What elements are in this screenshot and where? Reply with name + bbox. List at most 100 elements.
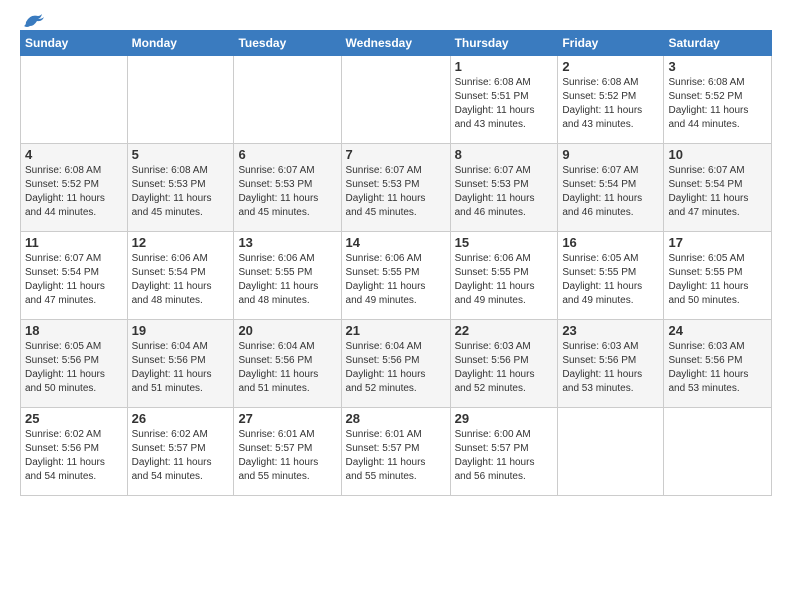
day-info: Sunrise: 6:04 AM Sunset: 5:56 PM Dayligh… xyxy=(238,340,336,396)
day-number: 16 xyxy=(562,235,659,250)
day-info: Sunrise: 6:07 AM Sunset: 5:53 PM Dayligh… xyxy=(346,164,446,220)
calendar-cell: 13 Sunrise: 6:06 AM Sunset: 5:55 PM Dayli… xyxy=(234,232,341,320)
day-info: Sunrise: 6:07 AM Sunset: 5:53 PM Dayligh… xyxy=(238,164,336,220)
calendar-cell: 18 Sunrise: 6:05 AM Sunset: 5:56 PM Dayli… xyxy=(21,320,128,408)
day-info: Sunrise: 6:06 AM Sunset: 5:55 PM Dayligh… xyxy=(238,252,336,308)
day-info: Sunrise: 6:07 AM Sunset: 5:54 PM Dayligh… xyxy=(668,164,767,220)
day-info: Sunrise: 6:06 AM Sunset: 5:55 PM Dayligh… xyxy=(346,252,446,308)
day-info: Sunrise: 6:00 AM Sunset: 5:57 PM Dayligh… xyxy=(455,428,554,484)
day-info: Sunrise: 6:06 AM Sunset: 5:54 PM Dayligh… xyxy=(132,252,230,308)
day-number: 10 xyxy=(668,147,767,162)
logo xyxy=(20,16,44,26)
calendar-cell: 19 Sunrise: 6:04 AM Sunset: 5:56 PM Dayli… xyxy=(127,320,234,408)
day-info: Sunrise: 6:04 AM Sunset: 5:56 PM Dayligh… xyxy=(346,340,446,396)
day-number: 18 xyxy=(25,323,123,338)
calendar-cell: 2Sunrise: 6:08 AM Sunset: 5:52 PM Daylig… xyxy=(558,56,664,144)
calendar-cell: 14 Sunrise: 6:06 AM Sunset: 5:55 PM Dayli… xyxy=(341,232,450,320)
calendar-cell: 7 Sunrise: 6:07 AM Sunset: 5:53 PM Daylig… xyxy=(341,144,450,232)
day-info: Sunrise: 6:07 AM Sunset: 5:54 PM Dayligh… xyxy=(25,252,123,308)
day-header-friday: Friday xyxy=(558,31,664,56)
day-number: 3 xyxy=(668,59,767,74)
calendar-cell xyxy=(341,56,450,144)
calendar-cell: 21 Sunrise: 6:04 AM Sunset: 5:56 PM Dayli… xyxy=(341,320,450,408)
day-info: Sunrise: 6:05 AM Sunset: 5:56 PM Dayligh… xyxy=(25,340,123,396)
day-info: Sunrise: 6:05 AM Sunset: 5:55 PM Dayligh… xyxy=(562,252,659,308)
day-number: 12 xyxy=(132,235,230,250)
calendar-cell: 3 Sunrise: 6:08 AM Sunset: 5:52 PM Daylig… xyxy=(664,56,772,144)
day-info: Sunrise: 6:01 AM Sunset: 5:57 PM Dayligh… xyxy=(238,428,336,484)
day-info: Sunrise: 6:08 AM Sunset: 5:52 PM Dayligh… xyxy=(562,76,659,132)
week-row-5: 25 Sunrise: 6:02 AM Sunset: 5:56 PM Dayli… xyxy=(21,408,772,496)
day-header-tuesday: Tuesday xyxy=(234,31,341,56)
day-header-sunday: Sunday xyxy=(21,31,128,56)
calendar-cell xyxy=(234,56,341,144)
day-number: 20 xyxy=(238,323,336,338)
day-number: 19 xyxy=(132,323,230,338)
logo-bird-icon xyxy=(22,12,44,30)
day-header-monday: Monday xyxy=(127,31,234,56)
day-header-saturday: Saturday xyxy=(664,31,772,56)
calendar-cell: 15 Sunrise: 6:06 AM Sunset: 5:55 PM Dayli… xyxy=(450,232,558,320)
day-number: 6 xyxy=(238,147,336,162)
day-info: Sunrise: 6:07 AM Sunset: 5:53 PM Dayligh… xyxy=(455,164,554,220)
day-number: 26 xyxy=(132,411,230,426)
day-number: 5 xyxy=(132,147,230,162)
day-number: 25 xyxy=(25,411,123,426)
calendar-cell: 11 Sunrise: 6:07 AM Sunset: 5:54 PM Dayli… xyxy=(21,232,128,320)
day-number: 14 xyxy=(346,235,446,250)
day-number: 27 xyxy=(238,411,336,426)
day-info: Sunrise: 6:03 AM Sunset: 5:56 PM Dayligh… xyxy=(455,340,554,396)
day-number: 23 xyxy=(562,323,659,338)
calendar-cell: 8Sunrise: 6:07 AM Sunset: 5:53 PM Daylig… xyxy=(450,144,558,232)
calendar-cell: 22 Sunrise: 6:03 AM Sunset: 5:56 PM Dayli… xyxy=(450,320,558,408)
calendar-cell xyxy=(127,56,234,144)
day-number: 15 xyxy=(455,235,554,250)
calendar-cell: 28 Sunrise: 6:01 AM Sunset: 5:57 PM Dayli… xyxy=(341,408,450,496)
day-number: 13 xyxy=(238,235,336,250)
calendar-cell xyxy=(21,56,128,144)
day-number: 11 xyxy=(25,235,123,250)
day-info: Sunrise: 6:06 AM Sunset: 5:55 PM Dayligh… xyxy=(455,252,554,308)
calendar-table: SundayMondayTuesdayWednesdayThursdayFrid… xyxy=(20,30,772,496)
week-row-1: 1 Sunrise: 6:08 AM Sunset: 5:51 PM Daylig… xyxy=(21,56,772,144)
calendar-cell: 27 Sunrise: 6:01 AM Sunset: 5:57 PM Dayli… xyxy=(234,408,341,496)
day-info: Sunrise: 6:08 AM Sunset: 5:52 PM Dayligh… xyxy=(668,76,767,132)
day-info: Sunrise: 6:08 AM Sunset: 5:51 PM Dayligh… xyxy=(455,76,554,132)
calendar-cell: 20 Sunrise: 6:04 AM Sunset: 5:56 PM Dayli… xyxy=(234,320,341,408)
day-number: 22 xyxy=(455,323,554,338)
day-info: Sunrise: 6:07 AM Sunset: 5:54 PM Dayligh… xyxy=(562,164,659,220)
day-number: 9 xyxy=(562,147,659,162)
calendar-cell: 29 Sunrise: 6:00 AM Sunset: 5:57 PM Dayli… xyxy=(450,408,558,496)
day-number: 17 xyxy=(668,235,767,250)
day-header-thursday: Thursday xyxy=(450,31,558,56)
day-info: Sunrise: 6:05 AM Sunset: 5:55 PM Dayligh… xyxy=(668,252,767,308)
calendar-cell: 12 Sunrise: 6:06 AM Sunset: 5:54 PM Dayli… xyxy=(127,232,234,320)
week-row-4: 18 Sunrise: 6:05 AM Sunset: 5:56 PM Dayli… xyxy=(21,320,772,408)
calendar-cell: 10 Sunrise: 6:07 AM Sunset: 5:54 PM Dayli… xyxy=(664,144,772,232)
calendar-cell: 4 Sunrise: 6:08 AM Sunset: 5:52 PM Daylig… xyxy=(21,144,128,232)
day-info: Sunrise: 6:01 AM Sunset: 5:57 PM Dayligh… xyxy=(346,428,446,484)
calendar-cell: 26Sunrise: 6:02 AM Sunset: 5:57 PM Dayli… xyxy=(127,408,234,496)
day-number: 1 xyxy=(455,59,554,74)
week-row-2: 4 Sunrise: 6:08 AM Sunset: 5:52 PM Daylig… xyxy=(21,144,772,232)
day-info: Sunrise: 6:02 AM Sunset: 5:56 PM Dayligh… xyxy=(25,428,123,484)
calendar-cell: 6 Sunrise: 6:07 AM Sunset: 5:53 PM Daylig… xyxy=(234,144,341,232)
day-number: 4 xyxy=(25,147,123,162)
day-number: 7 xyxy=(346,147,446,162)
day-number: 24 xyxy=(668,323,767,338)
day-info: Sunrise: 6:04 AM Sunset: 5:56 PM Dayligh… xyxy=(132,340,230,396)
day-header-wednesday: Wednesday xyxy=(341,31,450,56)
header-row: SundayMondayTuesdayWednesdayThursdayFrid… xyxy=(21,31,772,56)
calendar-cell xyxy=(558,408,664,496)
day-number: 28 xyxy=(346,411,446,426)
calendar-cell: 25 Sunrise: 6:02 AM Sunset: 5:56 PM Dayli… xyxy=(21,408,128,496)
calendar-cell: 9 Sunrise: 6:07 AM Sunset: 5:54 PM Daylig… xyxy=(558,144,664,232)
day-number: 21 xyxy=(346,323,446,338)
week-row-3: 11 Sunrise: 6:07 AM Sunset: 5:54 PM Dayli… xyxy=(21,232,772,320)
calendar-cell xyxy=(664,408,772,496)
day-info: Sunrise: 6:08 AM Sunset: 5:52 PM Dayligh… xyxy=(25,164,123,220)
calendar-cell: 1 Sunrise: 6:08 AM Sunset: 5:51 PM Daylig… xyxy=(450,56,558,144)
calendar-cell: 5Sunrise: 6:08 AM Sunset: 5:53 PM Daylig… xyxy=(127,144,234,232)
calendar-cell: 23Sunrise: 6:03 AM Sunset: 5:56 PM Dayli… xyxy=(558,320,664,408)
day-number: 29 xyxy=(455,411,554,426)
